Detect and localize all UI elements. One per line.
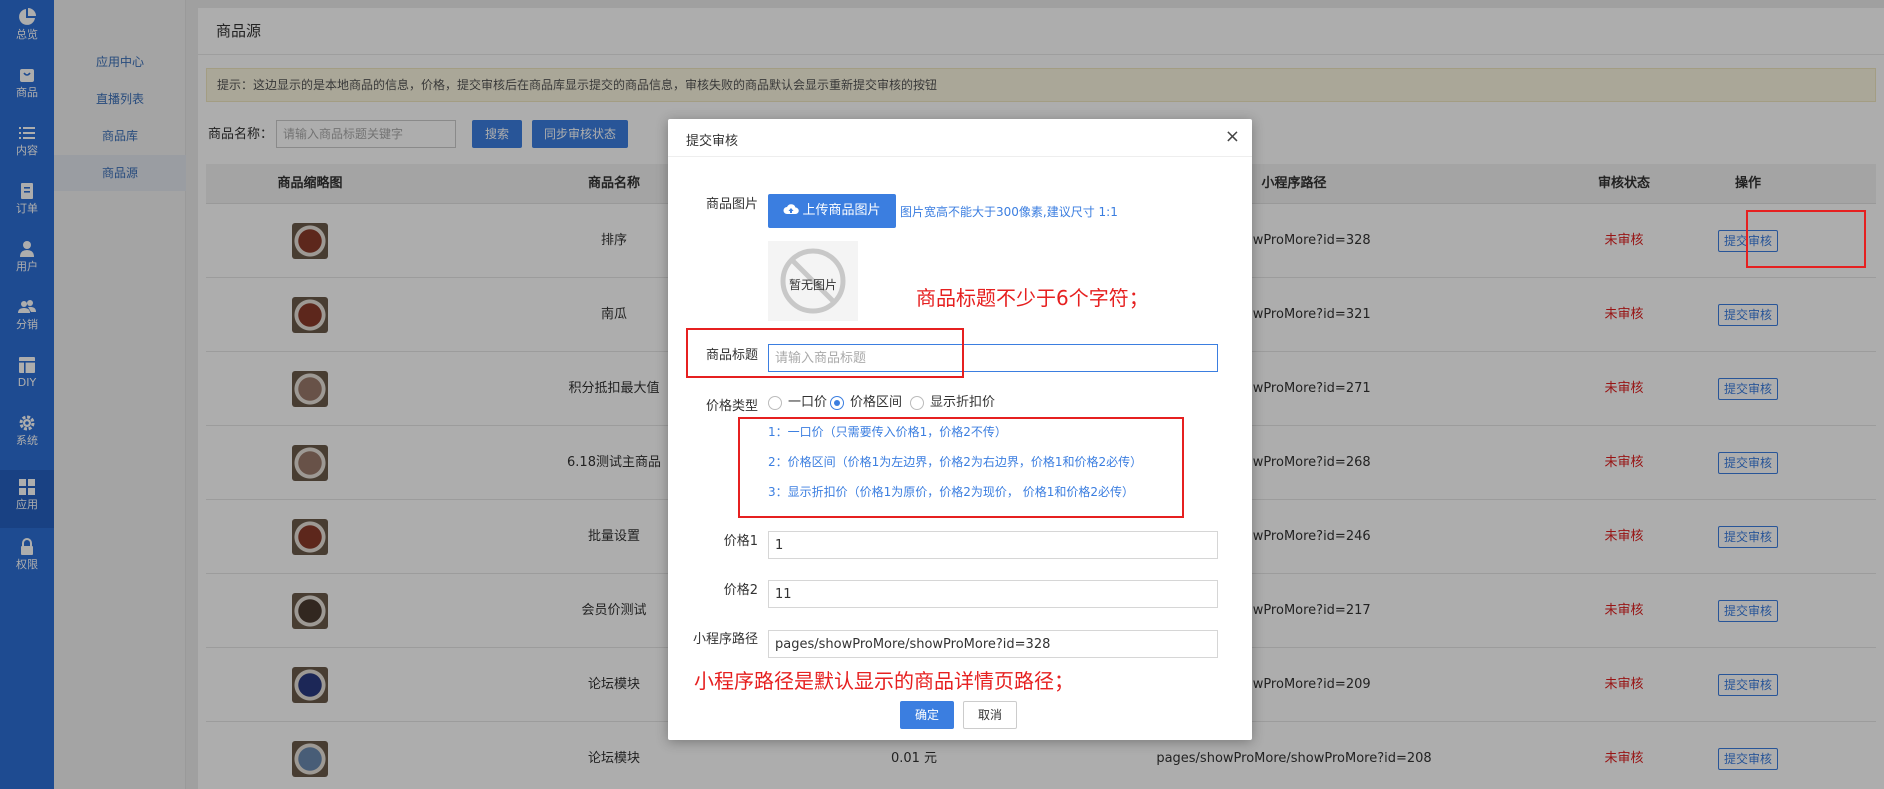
image-label: 商品图片 <box>705 197 758 212</box>
upload-image-button[interactable]: 上传商品图片 <box>768 194 896 228</box>
price-type-label-range[interactable]: 价格区间 <box>850 394 902 412</box>
annotation-box-title <box>686 328 964 378</box>
price-type-radio-discount[interactable] <box>910 396 924 410</box>
price-type-radio-range[interactable] <box>830 396 844 410</box>
price2-input[interactable] <box>768 580 1218 608</box>
cancel-button[interactable]: 取消 <box>963 701 1017 729</box>
path-label: 小程序路径 <box>692 632 758 647</box>
confirm-button[interactable]: 确定 <box>900 701 954 729</box>
dialog-header: 提交审核 × <box>668 119 1252 157</box>
upload-button-label: 上传商品图片 <box>802 203 881 218</box>
price-type-label-discount[interactable]: 显示折扣价 <box>930 394 995 412</box>
upload-hint: 图片宽高不能大于300像素,建议尺寸 1:1 <box>900 205 1118 219</box>
image-preview: 暂无图片 <box>768 241 858 321</box>
close-icon[interactable]: × <box>1225 127 1240 147</box>
no-image-text: 暂无图片 <box>788 278 837 292</box>
price1-label: 价格1 <box>723 534 758 549</box>
annotation-path-note: 小程序路径是默认显示的商品详情页路径； <box>694 669 1074 693</box>
annotation-title-note: 商品标题不少于6个字符； <box>916 286 1149 310</box>
price-type-radio-fixed[interactable] <box>768 396 782 410</box>
price1-input[interactable] <box>768 531 1218 559</box>
dialog-title: 提交审核 <box>686 134 739 149</box>
cloud-upload-icon <box>783 204 800 214</box>
price-type-label: 价格类型 <box>705 399 758 414</box>
price2-label: 价格2 <box>723 583 758 598</box>
miniprogram-path-input[interactable] <box>768 630 1218 658</box>
annotation-box-price-notes <box>738 417 1184 518</box>
annotation-box-action <box>1746 210 1866 268</box>
price-type-label-fixed[interactable]: 一口价 <box>788 394 827 412</box>
